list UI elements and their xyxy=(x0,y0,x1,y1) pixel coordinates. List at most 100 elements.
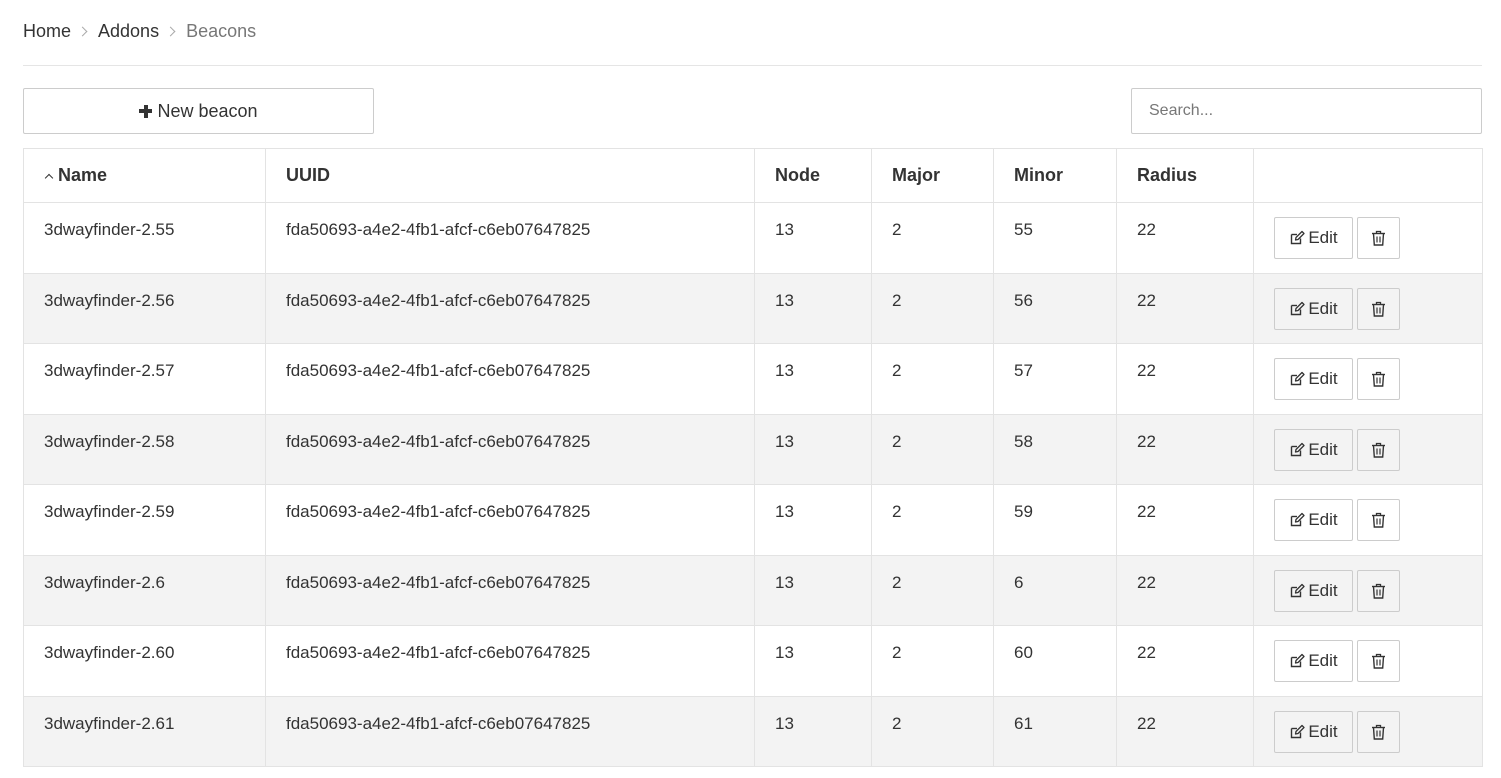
trash-icon xyxy=(1372,512,1385,528)
cell-actions: Edit xyxy=(1253,272,1483,344)
beacons-table: Name UUID Node Major Minor Radius 3dwayf… xyxy=(23,148,1483,767)
column-header-name[interactable]: Name xyxy=(23,148,266,203)
table-row: 3dwayfinder-2.57 fda50693-a4e2-4fb1-afcf-… xyxy=(23,343,1483,415)
plus-icon xyxy=(139,104,153,118)
cell-minor: 55 xyxy=(993,202,1117,274)
cell-actions: Edit xyxy=(1253,625,1483,697)
new-beacon-button[interactable]: New beacon xyxy=(23,88,374,134)
cell-name: 3dwayfinder-2.59 xyxy=(23,484,266,556)
cell-radius: 22 xyxy=(1116,202,1254,274)
cell-uuid: fda50693-a4e2-4fb1-afcf-c6eb07647825 xyxy=(265,343,755,415)
delete-button[interactable] xyxy=(1357,710,1400,753)
edit-icon xyxy=(1291,512,1305,527)
cell-minor: 57 xyxy=(993,343,1117,415)
column-header-uuid[interactable]: UUID xyxy=(265,148,755,203)
cell-radius: 22 xyxy=(1116,413,1254,485)
edit-icon xyxy=(1291,301,1305,315)
table-row: 3dwayfinder-2.58 fda50693-a4e2-4fb1-afcf-… xyxy=(23,413,1483,485)
delete-button[interactable] xyxy=(1357,569,1400,612)
trash-icon xyxy=(1372,442,1385,458)
cell-uuid: fda50693-a4e2-4fb1-afcf-c6eb07647825 xyxy=(265,484,755,556)
header-divider xyxy=(23,65,1482,66)
edit-button[interactable]: Edit xyxy=(1274,710,1353,753)
cell-node: 13 xyxy=(754,272,872,344)
trash-icon xyxy=(1372,301,1385,317)
delete-button[interactable] xyxy=(1357,287,1400,330)
table-body: 3dwayfinder-2.55 fda50693-a4e2-4fb1-afcf-… xyxy=(23,202,1483,767)
table-row: 3dwayfinder-2.60 fda50693-a4e2-4fb1-afcf-… xyxy=(23,625,1483,697)
edit-button[interactable]: Edit xyxy=(1274,428,1353,471)
cell-minor: 61 xyxy=(993,695,1117,767)
cell-minor: 60 xyxy=(993,625,1117,697)
cell-major: 2 xyxy=(871,625,994,697)
cell-major: 2 xyxy=(871,484,994,556)
cell-uuid: fda50693-a4e2-4fb1-afcf-c6eb07647825 xyxy=(265,625,755,697)
edit-button[interactable]: Edit xyxy=(1274,287,1353,330)
edit-button[interactable]: Edit xyxy=(1274,640,1353,682)
sort-ascending-icon xyxy=(44,173,54,182)
cell-actions: Edit xyxy=(1253,343,1483,415)
edit-icon xyxy=(1291,442,1305,456)
cell-node: 13 xyxy=(754,484,872,556)
delete-button[interactable] xyxy=(1357,217,1400,259)
cell-major: 2 xyxy=(871,343,994,415)
trash-icon xyxy=(1372,230,1385,246)
table-row: 3dwayfinder-2.61 fda50693-a4e2-4fb1-afcf-… xyxy=(23,695,1483,767)
edit-icon xyxy=(1291,653,1305,668)
new-beacon-label: New beacon xyxy=(157,100,258,121)
cell-radius: 22 xyxy=(1116,554,1254,626)
breadcrumb-current: Beacons xyxy=(186,20,257,41)
cell-minor: 59 xyxy=(993,484,1117,556)
cell-node: 13 xyxy=(754,343,872,415)
column-header-actions xyxy=(1253,148,1483,203)
cell-actions: Edit xyxy=(1253,202,1483,274)
table-row: 3dwayfinder-2.56 fda50693-a4e2-4fb1-afcf-… xyxy=(23,272,1483,344)
chevron-right-icon xyxy=(77,26,88,36)
cell-node: 13 xyxy=(754,625,872,697)
column-header-major[interactable]: Major xyxy=(871,148,994,203)
edit-button[interactable]: Edit xyxy=(1274,358,1353,400)
edit-icon xyxy=(1291,371,1305,386)
edit-icon xyxy=(1291,230,1305,245)
delete-button[interactable] xyxy=(1357,428,1400,471)
cell-node: 13 xyxy=(754,413,872,485)
column-header-radius[interactable]: Radius xyxy=(1116,148,1254,203)
edit-button[interactable]: Edit xyxy=(1274,217,1353,259)
cell-major: 2 xyxy=(871,413,994,485)
cell-uuid: fda50693-a4e2-4fb1-afcf-c6eb07647825 xyxy=(265,272,755,344)
cell-uuid: fda50693-a4e2-4fb1-afcf-c6eb07647825 xyxy=(265,202,755,274)
cell-uuid: fda50693-a4e2-4fb1-afcf-c6eb07647825 xyxy=(265,695,755,767)
cell-uuid: fda50693-a4e2-4fb1-afcf-c6eb07647825 xyxy=(265,413,755,485)
table-row: 3dwayfinder-2.6 fda50693-a4e2-4fb1-afcf-c… xyxy=(23,554,1483,626)
chevron-right-icon xyxy=(165,26,176,36)
cell-radius: 22 xyxy=(1116,272,1254,344)
cell-name: 3dwayfinder-2.61 xyxy=(23,695,266,767)
delete-button[interactable] xyxy=(1357,358,1400,400)
column-header-minor[interactable]: Minor xyxy=(993,148,1117,203)
column-header-node[interactable]: Node xyxy=(754,148,872,203)
breadcrumb-addons[interactable]: Addons xyxy=(98,21,159,42)
edit-label: Edit xyxy=(1308,298,1338,318)
cell-major: 2 xyxy=(871,272,994,344)
trash-icon xyxy=(1372,583,1385,599)
cell-uuid: fda50693-a4e2-4fb1-afcf-c6eb07647825 xyxy=(265,554,755,626)
edit-label: Edit xyxy=(1308,721,1338,741)
table-row: 3dwayfinder-2.55 fda50693-a4e2-4fb1-afcf-… xyxy=(23,202,1483,274)
search-input[interactable] xyxy=(1131,88,1482,134)
edit-label: Edit xyxy=(1308,228,1338,247)
edit-button[interactable]: Edit xyxy=(1274,499,1353,541)
edit-button[interactable]: Edit xyxy=(1274,569,1353,612)
cell-major: 2 xyxy=(871,695,994,767)
trash-icon xyxy=(1372,371,1385,387)
table-header-row: Name UUID Node Major Minor Radius xyxy=(23,148,1483,203)
table-row: 3dwayfinder-2.59 fda50693-a4e2-4fb1-afcf-… xyxy=(23,484,1483,556)
cell-actions: Edit xyxy=(1253,413,1483,485)
cell-name: 3dwayfinder-2.56 xyxy=(23,272,266,344)
edit-icon xyxy=(1291,724,1305,738)
delete-button[interactable] xyxy=(1357,499,1400,541)
delete-button[interactable] xyxy=(1357,640,1400,682)
edit-icon xyxy=(1291,583,1305,597)
cell-radius: 22 xyxy=(1116,343,1254,415)
cell-node: 13 xyxy=(754,202,872,274)
breadcrumb-home[interactable]: Home xyxy=(23,21,71,42)
